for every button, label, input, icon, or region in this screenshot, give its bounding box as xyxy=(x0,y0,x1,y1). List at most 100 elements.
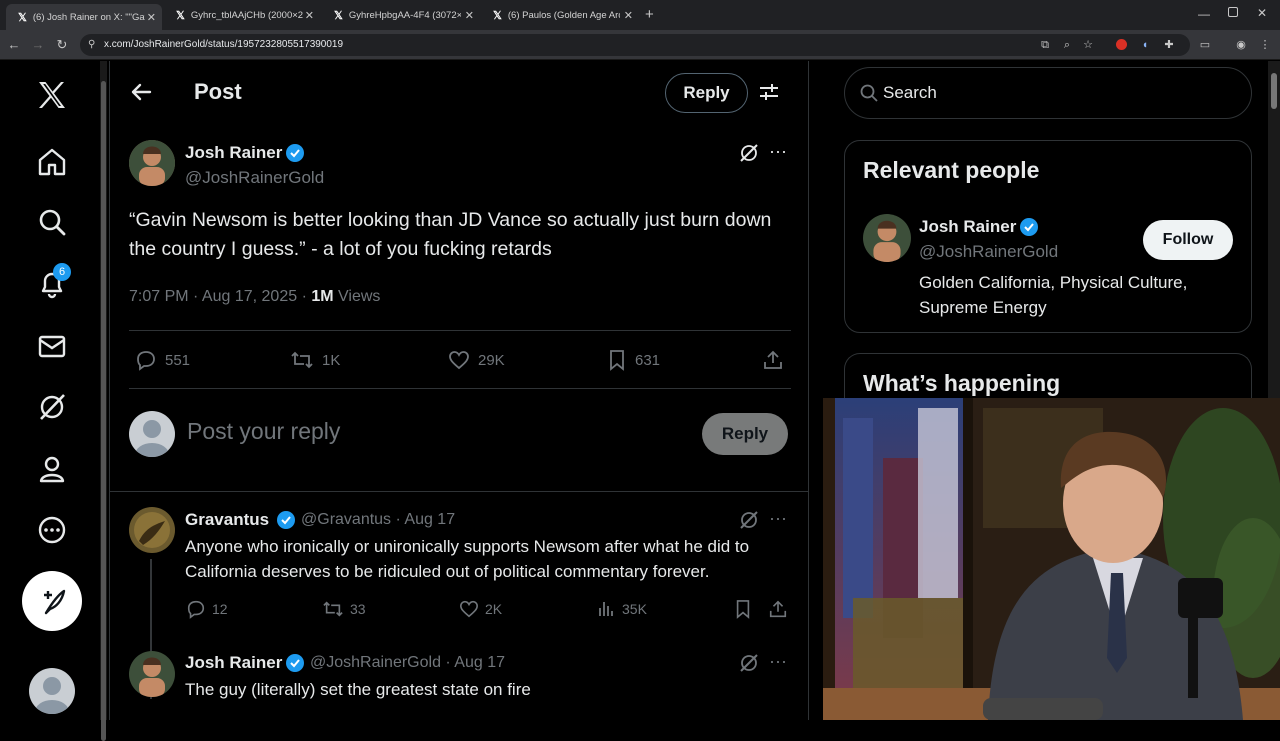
follow-button[interactable]: Follow xyxy=(1143,220,1233,260)
reply-author-handle[interactable]: @Gravantus · Aug 17 xyxy=(301,511,455,529)
grok-icon[interactable] xyxy=(738,142,760,164)
more-options-icon[interactable]: ··· xyxy=(769,651,787,672)
reply-input[interactable]: Post your reply xyxy=(187,418,340,445)
home-icon[interactable] xyxy=(36,146,68,178)
site-info-icon[interactable]: ⚲ xyxy=(88,34,95,56)
like-action[interactable]: 29K xyxy=(448,349,505,371)
maximize-icon[interactable] xyxy=(1228,7,1238,17)
tab-4[interactable]: 𝕏 (6) Paulos (Golden Age Arc) (@ ✕ xyxy=(481,4,639,26)
bookmark-action[interactable]: 631 xyxy=(607,349,660,371)
filter-sliders-icon[interactable] xyxy=(758,81,780,103)
notification-badge: 6 xyxy=(53,263,71,281)
install-icon[interactable]: ⧉ xyxy=(1038,38,1052,52)
tab-active[interactable]: 𝕏 (6) Josh Rainer on X: ""Gavin Ne ✕ xyxy=(6,4,162,30)
repost-action[interactable]: 1K xyxy=(290,349,340,371)
right-scrollbar[interactable] xyxy=(1268,61,1280,401)
explore-search-icon[interactable] xyxy=(36,206,68,238)
views-label: Views xyxy=(333,288,381,305)
reply-author-name[interactable]: Gravantus xyxy=(185,510,269,530)
relevant-person-name[interactable]: Josh Rainer xyxy=(919,217,1016,237)
views-count: 35K xyxy=(622,601,647,617)
whats-happening-title: What’s happening xyxy=(863,370,1061,396)
search-input[interactable]: Search xyxy=(844,67,1252,119)
bookmark-action[interactable] xyxy=(734,599,758,619)
repost-action[interactable]: 33 xyxy=(322,599,366,619)
back-arrow-icon[interactable] xyxy=(130,81,152,103)
tab-title: GyhreHpbgAA-4F4 (3072×2048) xyxy=(348,9,461,21)
bookmark-count: 631 xyxy=(635,351,661,369)
relevant-people-card: Relevant people Josh Rainer @JoshRainerG… xyxy=(844,140,1252,333)
verified-badge-icon xyxy=(285,143,305,163)
browser-back-icon[interactable]: ← xyxy=(6,37,22,53)
left-scrollbar[interactable] xyxy=(100,61,107,741)
repost-icon xyxy=(291,351,313,369)
tab-title: Gyhrc_tblAAjCHb (2000×2000) xyxy=(190,9,303,21)
author-handle[interactable]: @JoshRainerGold xyxy=(185,168,324,188)
reply-action[interactable]: 551 xyxy=(135,349,190,371)
grok-icon[interactable] xyxy=(738,652,760,674)
grok-icon[interactable] xyxy=(36,391,68,423)
like-action[interactable]: 2K xyxy=(459,599,502,619)
reply-count: 551 xyxy=(165,351,191,369)
account-avatar[interactable] xyxy=(29,668,75,714)
close-icon[interactable]: ✕ xyxy=(624,9,633,22)
more-options-icon[interactable]: ··· xyxy=(769,508,787,529)
grok-icon[interactable] xyxy=(738,509,760,531)
tab-title: (6) Josh Rainer on X: ""Gavin Ne xyxy=(32,11,145,23)
browser-forward-icon[interactable]: → xyxy=(30,37,46,53)
extension-audio-icon[interactable]: ◖ xyxy=(1138,38,1152,52)
reply-header-button[interactable]: Reply xyxy=(665,73,748,113)
reply-text: The guy (literally) set the greatest sta… xyxy=(185,680,531,699)
profile-icon[interactable]: ◉ xyxy=(1234,38,1248,52)
x-logo-icon[interactable] xyxy=(36,79,68,111)
author-avatar[interactable] xyxy=(129,140,175,186)
reply-author-name[interactable]: Josh Rainer xyxy=(185,653,282,673)
relevant-person-handle[interactable]: @JoshRainerGold xyxy=(919,242,1058,262)
reply-author-handle[interactable]: @JoshRainerGold · Aug 17 xyxy=(310,654,505,672)
tweet-timestamp[interactable]: 7:07 PM · Aug 17, 2025 · xyxy=(129,288,311,305)
more-options-icon[interactable]: ··· xyxy=(769,141,787,162)
more-circle-icon[interactable] xyxy=(36,514,68,546)
close-icon[interactable]: ✕ xyxy=(147,11,156,24)
composer-avatar xyxy=(129,411,175,457)
streamer-webcam-image xyxy=(823,398,1280,720)
share-action[interactable] xyxy=(762,349,792,371)
divider xyxy=(129,388,791,389)
new-tab-icon[interactable]: + xyxy=(645,6,654,23)
search-placeholder: Search xyxy=(883,83,937,102)
share-action[interactable] xyxy=(768,599,794,619)
profile-person-icon[interactable] xyxy=(36,453,68,485)
browser-toolbar: ← → ↻ ⚲ x.com/JoshRainerGold/status/1957… xyxy=(0,30,1280,60)
x-favicon-icon: 𝕏 xyxy=(493,9,502,22)
author-name[interactable]: Josh Rainer xyxy=(185,143,282,163)
views-action[interactable]: 35K xyxy=(596,599,647,619)
sidepanel-icon[interactable]: ▭ xyxy=(1198,38,1212,52)
messages-envelope-icon[interactable] xyxy=(36,330,68,362)
close-icon[interactable]: ✕ xyxy=(305,9,314,22)
views-count: 1M xyxy=(311,288,334,305)
tab-2[interactable]: 𝕏 Gyhrc_tblAAjCHb (2000×2000) ✕ xyxy=(164,4,320,26)
reply-avatar[interactable] xyxy=(129,651,175,697)
divider xyxy=(110,491,808,492)
bookmark-icon xyxy=(736,600,750,619)
reload-icon[interactable]: ↻ xyxy=(54,37,70,53)
close-icon[interactable]: ✕ xyxy=(465,9,474,22)
tab-3[interactable]: 𝕏 GyhreHpbgAA-4F4 (3072×2048) ✕ xyxy=(322,4,480,26)
window-close-icon[interactable]: ✕ xyxy=(1257,6,1267,20)
reply-avatar[interactable] xyxy=(129,507,175,553)
menu-icon[interactable]: ⋮ xyxy=(1258,38,1272,52)
extensions-icon[interactable]: ✚ xyxy=(1162,38,1176,52)
reply-action[interactable]: 12 xyxy=(186,599,228,619)
compose-post-button[interactable] xyxy=(22,571,82,631)
reply-submit-button[interactable]: Reply xyxy=(702,413,788,455)
extension-red-icon[interactable] xyxy=(1114,38,1128,52)
tab-title: (6) Paulos (Golden Age Arc) (@ xyxy=(507,9,620,21)
bookmark-star-icon[interactable]: ☆ xyxy=(1081,38,1095,52)
zoom-icon[interactable]: ⌕ xyxy=(1060,38,1074,52)
relevant-person-avatar[interactable] xyxy=(863,214,911,262)
minimize-icon[interactable]: — xyxy=(1198,7,1210,21)
divider xyxy=(129,330,791,331)
address-bar[interactable]: ⚲ x.com/JoshRainerGold/status/1957232805… xyxy=(80,34,1190,56)
verified-badge-icon xyxy=(1019,217,1039,237)
search-icon xyxy=(859,83,879,103)
